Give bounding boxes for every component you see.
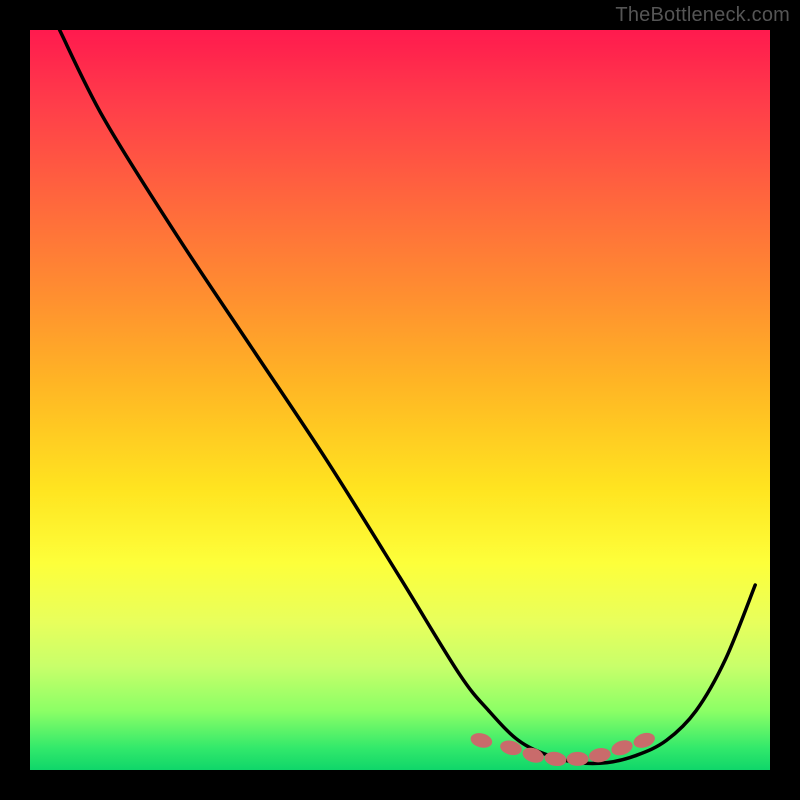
highlight-marker xyxy=(469,731,494,750)
watermark-label: TheBottleneck.com xyxy=(615,4,790,27)
highlight-marker xyxy=(543,750,567,767)
highlight-marker xyxy=(609,738,634,758)
plot-area xyxy=(30,30,770,770)
highlight-marker xyxy=(521,745,546,765)
curve-svg xyxy=(30,30,770,770)
highlight-marker xyxy=(567,752,589,766)
highlight-markers xyxy=(469,730,657,767)
bottleneck-curve-path xyxy=(60,30,756,764)
chart-frame: TheBottleneck.com xyxy=(0,0,800,800)
